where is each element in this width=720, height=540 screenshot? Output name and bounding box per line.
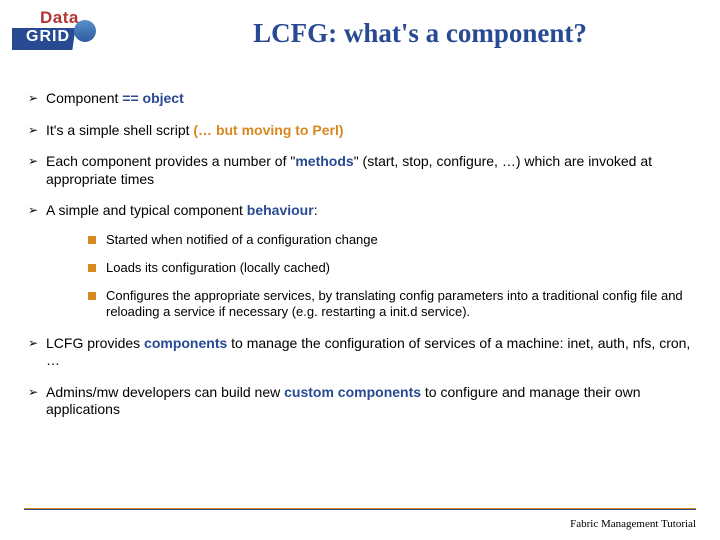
sub-bullet-item: Configures the appropriate services, by … [88, 288, 696, 321]
arrow-icon: ➢ [28, 122, 42, 139]
square-bullet-icon [88, 264, 96, 272]
arrow-icon: ➢ [28, 335, 42, 352]
footer-text: Fabric Management Tutorial [570, 518, 696, 530]
sub-bullet-list: Started when notified of a configuration… [88, 232, 696, 321]
bullet-item: ➢ It's a simple shell script (… but movi… [28, 122, 696, 140]
sub-bullet-item: Started when notified of a configuration… [88, 232, 696, 248]
bullet-item: ➢ Each component provides a number of "m… [28, 153, 696, 188]
square-bullet-icon [88, 236, 96, 244]
slide-content: ➢ Component == object ➢ It's a simple sh… [28, 90, 696, 433]
slide-title: LCFG: what's a component? [150, 18, 690, 49]
arrow-icon: ➢ [28, 384, 42, 401]
logo-bottom-text: GRID [26, 28, 70, 46]
arrow-icon: ➢ [28, 202, 42, 219]
sub-bullet-item: Loads its configuration (locally cached) [88, 260, 696, 276]
bullet-item: ➢ Component == object [28, 90, 696, 108]
arrow-icon: ➢ [28, 153, 42, 170]
footer-divider [24, 508, 696, 510]
bullet-item: ➢ Admins/mw developers can build new cus… [28, 384, 696, 419]
arrow-icon: ➢ [28, 90, 42, 107]
globe-icon [74, 20, 96, 42]
bullet-item: ➢ LCFG provides components to manage the… [28, 335, 696, 370]
square-bullet-icon [88, 292, 96, 300]
logo: Data GRID [12, 8, 102, 64]
bullet-item: ➢ A simple and typical component behavio… [28, 202, 696, 220]
